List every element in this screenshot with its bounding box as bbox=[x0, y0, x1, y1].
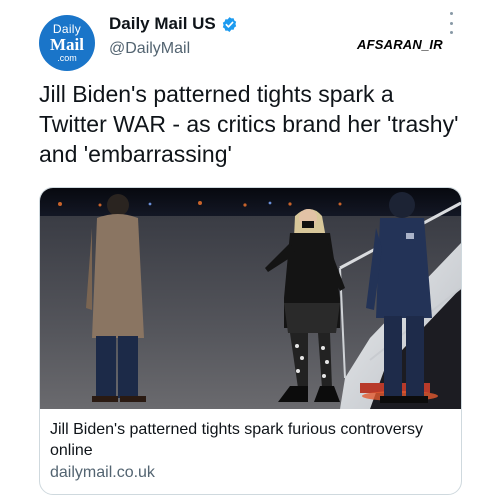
tweet-text: Jill Biden's patterned tights spark a Tw… bbox=[39, 81, 459, 167]
card-image[interactable] bbox=[40, 188, 461, 409]
more-options-icon[interactable] bbox=[447, 12, 455, 34]
watermark: AFSARAN_IR bbox=[357, 37, 443, 52]
link-card[interactable]: Jill Biden's patterned tights spark furi… bbox=[39, 187, 462, 495]
display-name-row[interactable]: Daily Mail US bbox=[109, 14, 238, 34]
card-domain[interactable]: dailymail.co.uk bbox=[50, 464, 155, 482]
avatar[interactable]: Daily Mail .com bbox=[39, 15, 95, 71]
verified-badge-icon bbox=[221, 16, 238, 33]
avatar-text-line3: .com bbox=[57, 53, 77, 63]
avatar-text-line1: Daily bbox=[52, 22, 82, 36]
display-name[interactable]: Daily Mail US bbox=[109, 14, 216, 34]
card-title[interactable]: Jill Biden's patterned tights spark furi… bbox=[50, 419, 455, 461]
avatar-text-line2: Mail bbox=[50, 35, 84, 54]
handle[interactable]: @DailyMail bbox=[109, 40, 190, 58]
